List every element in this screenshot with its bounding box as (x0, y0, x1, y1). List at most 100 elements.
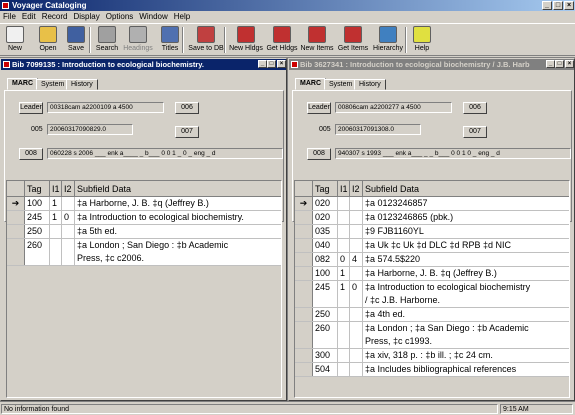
cell-i1[interactable]: 0 (338, 253, 350, 266)
table-row[interactable]: 082 0 4 ‡a 574.5$220 (295, 253, 569, 267)
cell-tag[interactable]: 245 (313, 281, 338, 307)
cell-tag[interactable]: 040 (313, 239, 338, 252)
close-icon[interactable]: × (565, 60, 574, 68)
maximize-icon[interactable]: □ (555, 60, 564, 68)
toolbar-button-save-to-db[interactable]: Save to DB (186, 25, 226, 56)
cell-tag[interactable]: 245 (25, 211, 50, 224)
column-header-i2[interactable]: I2 (350, 181, 363, 197)
cell-data[interactable]: ‡a 0123246865 (pbk.) (363, 211, 569, 224)
cell-i1[interactable] (338, 322, 350, 348)
menu-options[interactable]: Options (103, 11, 137, 23)
menu-edit[interactable]: Edit (19, 11, 39, 23)
toolbar-button-help[interactable]: Help (409, 25, 435, 56)
column-header-tag[interactable]: Tag (313, 181, 338, 197)
cell-i2[interactable] (62, 197, 75, 210)
field-008-value[interactable]: 940307 s 1993 ___ enk a___ _ _ b___ 0 0 … (335, 148, 571, 159)
cell-tag[interactable]: 260 (313, 322, 338, 348)
toolbar-button-new[interactable]: New (2, 25, 28, 56)
menu-display[interactable]: Display (70, 11, 102, 23)
cell-data[interactable]: ‡a Introduction to ecological biochemist… (363, 281, 569, 307)
cell-i2[interactable] (350, 211, 363, 224)
cell-i2[interactable] (62, 225, 75, 238)
cell-data[interactable]: ‡a 0123246857 (363, 197, 569, 210)
cell-i2[interactable] (350, 363, 363, 376)
menu-record[interactable]: Record (39, 11, 71, 23)
minimize-icon[interactable]: _ (546, 60, 555, 68)
cell-i1[interactable] (338, 349, 350, 362)
toolbar-button-search[interactable]: Search (93, 25, 121, 56)
table-row[interactable]: 250 ‡a 4th ed. (295, 308, 569, 322)
cell-i1[interactable] (50, 239, 62, 265)
table-row[interactable]: 260 ‡a London ; San Diego : ‡b Academic Pr… (7, 239, 281, 266)
leader-button[interactable]: Leader (307, 102, 331, 114)
cell-tag[interactable]: 260 (25, 239, 50, 265)
maximize-icon[interactable]: □ (553, 1, 563, 10)
cell-i2[interactable] (350, 267, 363, 280)
field-008-value[interactable]: 060228 s 2006 ___ enk a____ _ b___ 0 0 1… (47, 148, 283, 159)
table-row[interactable]: 260 ‡a London ; ‡a San Diego : ‡b Academi… (295, 322, 569, 349)
cell-tag[interactable]: 100 (25, 197, 50, 210)
cell-i2[interactable] (350, 322, 363, 348)
menu-file[interactable]: File (0, 11, 19, 23)
tab-history[interactable]: History (66, 79, 98, 90)
cell-i2[interactable] (350, 308, 363, 321)
cell-data[interactable]: ‡a 4th ed. (363, 308, 569, 321)
column-header-i1[interactable]: I1 (338, 181, 350, 197)
cell-tag[interactable]: 250 (313, 308, 338, 321)
minimize-icon[interactable]: _ (542, 1, 552, 10)
cell-tag[interactable]: 250 (25, 225, 50, 238)
cell-i1[interactable]: 1 (338, 267, 350, 280)
leader-field[interactable]: 00806cam a2200277 a 4500 (335, 102, 452, 113)
menu-window[interactable]: Window (136, 11, 170, 23)
cell-i1[interactable]: 1 (338, 281, 350, 307)
close-icon[interactable]: × (277, 60, 286, 68)
field-008-button[interactable]: 008 (307, 148, 331, 160)
maximize-icon[interactable]: □ (267, 60, 276, 68)
cell-data[interactable]: ‡a Uk ‡c Uk ‡d DLC ‡d RPB ‡d NIC (363, 239, 569, 252)
cell-data[interactable]: ‡a London ; San Diego : ‡b Academic Press… (75, 239, 281, 265)
cell-i2[interactable] (62, 239, 75, 265)
table-row[interactable]: ➔ 100 1 ‡a Harborne, J. B. ‡q (Jeffrey B.) (7, 197, 281, 211)
cell-data[interactable]: ‡a Includes bibliographical references (363, 363, 569, 376)
cell-i2[interactable] (350, 197, 363, 210)
toolbar-button-open[interactable]: Open (35, 25, 61, 56)
table-row[interactable]: 245 1 0 ‡a Introduction to ecological bioch… (7, 211, 281, 225)
column-header-i1[interactable]: I1 (50, 181, 62, 197)
cell-data[interactable]: ‡a Harborne, J. B. ‡q (Jeffrey B.) (363, 267, 569, 280)
cell-tag[interactable]: 504 (313, 363, 338, 376)
cell-i2[interactable]: 4 (350, 253, 363, 266)
cell-data[interactable]: ‡a 574.5$220 (363, 253, 569, 266)
cell-tag[interactable]: 100 (313, 267, 338, 280)
leader-button[interactable]: Leader (19, 102, 43, 114)
toolbar-button-get-items[interactable]: Get Items (336, 25, 370, 56)
cell-i1[interactable] (338, 239, 350, 252)
table-row[interactable]: 504 ‡a Includes bibliographical reference… (295, 363, 569, 377)
field-006-button[interactable]: 006 (463, 102, 487, 114)
cell-i2[interactable]: 0 (350, 281, 363, 307)
tab-marc[interactable]: MARC (7, 78, 38, 90)
cell-i2[interactable] (350, 349, 363, 362)
cell-i1[interactable] (338, 225, 350, 238)
cell-i1[interactable] (338, 211, 350, 224)
menu-help[interactable]: Help (171, 11, 193, 23)
cell-i1[interactable]: 1 (50, 211, 62, 224)
table-row[interactable]: 020 ‡a 0123246865 (pbk.) (295, 211, 569, 225)
close-icon[interactable]: × (564, 1, 574, 10)
toolbar-button-titles[interactable]: Titles (157, 25, 183, 56)
cell-i1[interactable] (338, 363, 350, 376)
cell-tag[interactable]: 300 (313, 349, 338, 362)
cell-data[interactable]: ‡a Harborne, J. B. ‡q (Jeffrey B.) (75, 197, 281, 210)
column-header-subfield-data[interactable]: Subfield Data (363, 181, 569, 197)
tab-history[interactable]: History (354, 79, 386, 90)
cell-i2[interactable] (350, 225, 363, 238)
tab-system[interactable]: System (324, 79, 358, 90)
table-row[interactable]: 035 ‡9 FJB1160YL (295, 225, 569, 239)
cell-data[interactable]: ‡a Introduction to ecological biochemist… (75, 211, 281, 224)
cell-i1[interactable] (50, 225, 62, 238)
table-row[interactable]: 040 ‡a Uk ‡c Uk ‡d DLC ‡d RPB ‡d NIC (295, 239, 569, 253)
table-row[interactable]: ➔ 020 ‡a 0123246857 (295, 197, 569, 211)
column-header-i2[interactable]: I2 (62, 181, 75, 197)
toolbar-button-headings[interactable]: Headings (121, 25, 155, 56)
cell-tag[interactable]: 082 (313, 253, 338, 266)
toolbar-button-new-hldgs[interactable]: New Hldgs (229, 25, 263, 56)
